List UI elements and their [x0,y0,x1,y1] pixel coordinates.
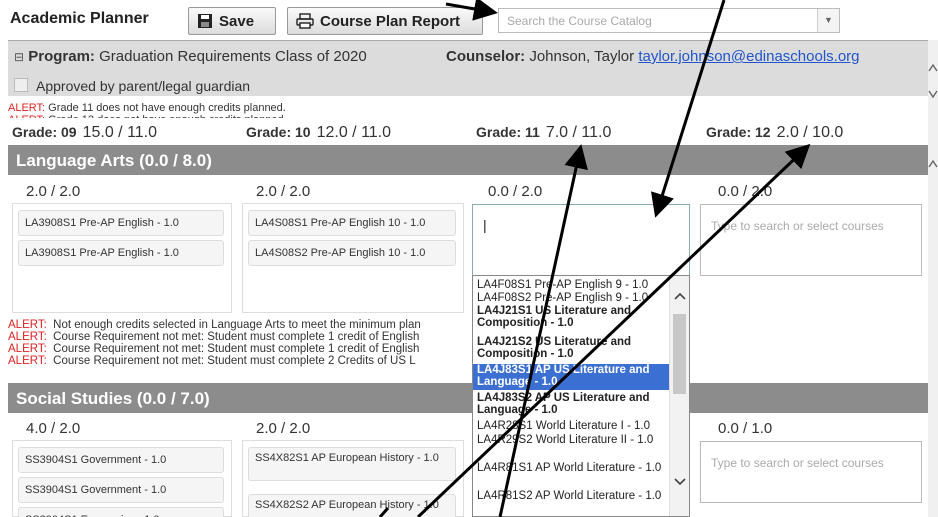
dropdown-option[interactable]: LA4F08S1 Pre-AP English 9 - 1.0 [477,279,667,291]
dropdown-option[interactable]: LA4J21S2 US Literature and Composition -… [477,336,667,360]
text-cursor: | [483,217,487,233]
report-button-label: Course Plan Report [320,12,461,30]
scroll-up-icon[interactable] [928,158,938,170]
la-grade-12-course-input[interactable]: Type to search or select courses [700,204,922,276]
program-info: ⊟ Program: Graduation Requirements Class… [14,48,367,65]
course-chip[interactable]: SS3904S1 Government - 1.0 [18,447,224,473]
search-placeholder: Search the Course Catalog [507,14,652,28]
counselor-label: Counselor: [446,48,526,65]
scroll-up-icon[interactable] [674,292,686,300]
course-chip[interactable]: LA3908S1 Pre-AP English - 1.0 [18,240,224,266]
course-plan-report-button[interactable]: Course Plan Report [287,7,483,35]
save-button[interactable]: Save [188,7,276,35]
language-arts-section-header[interactable]: Language Arts (0.0 / 8.0) [8,145,928,175]
ss-grade-10-credits: 2.0 / 2.0 [256,420,311,437]
course-chip[interactable]: LA3908S1 Pre-AP English - 1.0 [18,210,224,236]
scroll-down-icon[interactable] [928,88,938,100]
floppy-disk-icon [198,14,212,28]
la-grade-11-course-input[interactable]: | [472,204,690,276]
alert-line: ALERT: Course Requirement not met: Stude… [8,355,416,367]
chevron-down-icon[interactable]: ▼ [817,9,839,32]
collapse-icon[interactable]: ⊟ [14,50,24,64]
course-chip[interactable]: LA4S08S2 Pre-AP English 10 - 1.0 [248,240,456,266]
academic-planner-window: Academic Planner Save Course Plan Report… [0,0,938,517]
dropdown-option[interactable]: LA4R28S1 World Literature I - 1.0 [477,420,667,432]
ss-grade-12-course-input[interactable]: Type to search or select courses [700,441,922,503]
dropdown-option[interactable]: LA4R81S2 AP World Literature - 1.0 [477,490,667,502]
grade-header-row: Grade: 09 15.0 / 11.0 Grade: 10 12.0 / 11.… [8,118,928,146]
grade-09-summary: Grade: 09 15.0 / 11.0 [12,124,158,141]
counselor-name: Johnson, Taylor [529,48,635,65]
la-grade-12-credits: 0.0 / 2.0 [718,183,773,200]
dropdown-option[interactable]: LA4R29S2 World Literature II - 1.0 [477,434,667,446]
printer-icon [296,13,314,29]
la-grade-09-credits: 2.0 / 2.0 [26,183,81,200]
dropdown-scrollbar[interactable] [669,276,689,516]
scroll-down-icon[interactable] [674,478,686,486]
alert-line: ALERT: Grade 11 does not have enough cre… [8,102,286,114]
course-chip[interactable]: SS4X82S2 AP European History - 1.0 [248,494,456,517]
grade-12-summary: Grade: 12 2.0 / 10.0 [706,124,844,141]
scroll-up-icon[interactable] [928,62,938,74]
course-input-placeholder: Type to search or select courses [711,219,884,233]
course-chip[interactable]: SS3904S1 Government - 1.0 [18,477,224,503]
alert-line: ALERT: Course Requirement not met: Stude… [8,343,420,355]
alert-line: ALERT: Not enough credits selected in La… [8,319,421,331]
grade-10-summary: Grade: 10 12.0 / 11.0 [246,124,392,141]
counselor-info: Counselor: Johnson, Taylor taylor.johnso… [446,48,860,65]
course-input-placeholder: Type to search or select courses [711,456,884,470]
dropdown-option[interactable]: LA4R81S1 AP World Literature - 1.0 [477,462,667,474]
program-label: Program: [28,48,95,65]
approval-checkbox[interactable] [14,78,28,92]
language-arts-alerts: ALERT: Not enough credits selected in La… [8,319,478,377]
app-title: Academic Planner [10,10,149,27]
approval-label: Approved by parent/legal guardian [36,78,251,94]
la-grade-11-credits: 0.0 / 2.0 [488,183,543,200]
grade-11-summary: Grade: 11 7.0 / 11.0 [476,124,612,141]
social-studies-section-header[interactable]: Social Studies (0.0 / 7.0) [8,383,928,413]
dropdown-option[interactable]: LA4J83S2 AP US Literature and Language -… [477,392,667,416]
dropdown-option[interactable]: LA4F08S2 Pre-AP English 9 - 1.0 [477,292,667,304]
course-dropdown-list[interactable]: LA4F08S1 Pre-AP English 9 - 1.0 LA4F08S2… [472,275,690,517]
ss-grade-12-credits: 0.0 / 1.0 [718,420,773,437]
course-chip[interactable]: LA4S08S1 Pre-AP English 10 - 1.0 [248,210,456,236]
course-catalog-search-input[interactable]: Search the Course Catalog ▼ [498,8,840,33]
dropdown-scroll-thumb[interactable] [673,314,686,394]
save-button-label: Save [219,12,255,30]
la-grade-10-credits: 2.0 / 2.0 [256,183,311,200]
course-chip[interactable]: SS3904S1 Economics - 1.0 [18,507,224,517]
counselor-email-link[interactable]: taylor.johnson@edinaschools.org [638,48,859,65]
alert-line: ALERT: Course Requirement not met: Stude… [8,331,420,343]
dropdown-option[interactable]: LA4J21S1 US Literature and Composition -… [477,305,667,329]
dropdown-option-selected[interactable]: LA4J83S1 AP US Literature and Language -… [473,364,669,390]
ss-grade-09-credits: 4.0 / 2.0 [26,420,81,437]
page-scrollbar[interactable] [928,40,938,517]
course-chip[interactable]: SS4X82S1 AP European History - 1.0 [248,447,456,481]
program-value: Graduation Requirements Class of 2020 [99,48,367,65]
